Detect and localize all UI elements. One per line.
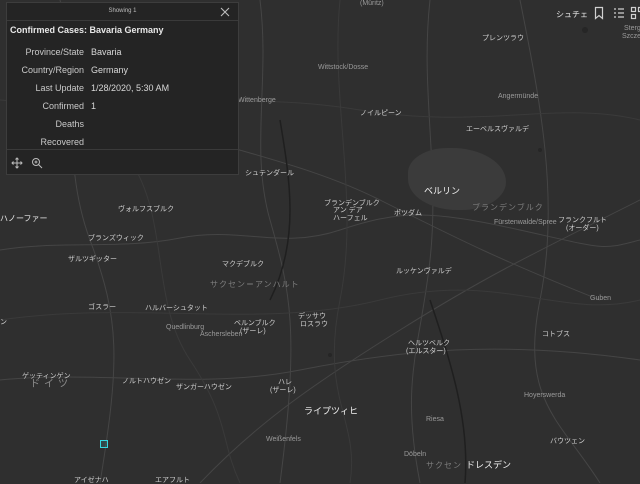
place-label: Aschersleben <box>200 331 242 338</box>
place-label: ルッケンヴァルデ <box>396 268 452 275</box>
popup-header: Showing 1 <box>7 3 238 21</box>
selected-feature-marker[interactable] <box>100 440 108 448</box>
place-label: ライプツィヒ <box>304 407 358 416</box>
place-label: シュチェ <box>556 11 588 19</box>
place-label: コトブス <box>542 331 570 338</box>
place-label: Quedlinburg <box>166 324 204 331</box>
grid-icon[interactable] <box>630 6 640 20</box>
popup-title: Confirmed Cases: Bavaria Germany <box>7 21 238 35</box>
place-label: Riesa <box>426 416 444 423</box>
place-label: ハルバーシュタット <box>145 305 208 312</box>
attribute-key: Province/State <box>7 43 91 61</box>
popup-actions <box>7 149 238 174</box>
place-label: (ザーレ) <box>270 387 296 394</box>
place-label: ハノーファー <box>0 215 48 223</box>
place-label: Döbeln <box>404 451 426 458</box>
bookmark-icon[interactable] <box>592 6 606 20</box>
place-label: Szczec <box>622 33 640 40</box>
place-label: シュテンダール <box>245 170 294 177</box>
attribute-row: Country/RegionGermany <box>7 61 169 79</box>
place-label: Wittenberge <box>238 97 276 104</box>
place-label: Guben <box>590 295 611 302</box>
zoom-to-icon[interactable] <box>31 156 43 168</box>
popup-feature-count: Showing 1 <box>7 8 238 14</box>
place-label: デッサウ <box>298 313 326 320</box>
attribute-table: Province/StateBavaria Country/RegionGerm… <box>7 43 169 151</box>
place-label: ノルトハウゼン <box>122 378 171 385</box>
place-label: Angermünde <box>498 93 538 100</box>
place-label: ヴォルフスブルク <box>118 206 174 213</box>
attribute-key: Deaths <box>7 115 91 133</box>
attribute-value: Germany <box>91 61 169 79</box>
place-label: ブランデンブルク <box>324 200 380 207</box>
attribute-key: Country/Region <box>7 61 91 79</box>
attribute-row: Province/StateBavaria <box>7 43 169 61</box>
attribute-row: Deaths <box>7 115 169 133</box>
place-label: Fürstenwalde/Spree <box>494 219 557 226</box>
place-label: フランクフルト <box>558 217 607 224</box>
close-icon[interactable] <box>219 5 231 17</box>
attribute-key: Last Update <box>7 79 91 97</box>
place-label: ゴスラー <box>88 304 116 311</box>
place-label: エーベルスヴァルデ <box>466 126 529 133</box>
place-label: ハーフェル <box>333 215 368 222</box>
place-label: ドレスデン <box>466 461 511 470</box>
place-label: ヘルツベルク <box>408 340 450 347</box>
place-label: ブランズウィック <box>88 235 144 242</box>
place-label: マクデブルク <box>222 261 264 268</box>
place-label: (オーダー) <box>566 225 599 232</box>
place-label: Hoyerswerda <box>524 392 565 399</box>
place-label: Wittstock/Dosse <box>318 64 368 71</box>
place-label: (ザーレ) <box>240 328 266 335</box>
place-label: ブランデンブルク <box>472 204 544 212</box>
feature-popup: Showing 1 Confirmed Cases: Bavaria Germa… <box>6 2 239 175</box>
attribute-value: 1/28/2020, 5:30 AM <box>91 79 169 97</box>
place-label: アン デア <box>333 207 363 214</box>
place-label: プレンツラウ <box>482 35 524 42</box>
attribute-key: Confirmed <box>7 97 91 115</box>
attribute-row: Last Update1/28/2020, 5:30 AM <box>7 79 169 97</box>
attribute-value: Bavaria <box>91 43 169 61</box>
list-icon[interactable] <box>612 6 626 20</box>
place-label: ザルツギッター <box>68 256 117 263</box>
place-label: ハレ <box>278 379 292 386</box>
place-label: ン <box>0 319 7 326</box>
place-label: ベルンブルク <box>234 320 276 327</box>
attribute-row: Confirmed1 <box>7 97 169 115</box>
place-label: バウツェン <box>550 438 585 445</box>
place-label: ロスラウ <box>300 321 328 328</box>
place-label: ポツダム <box>394 210 422 217</box>
place-label: Sterg <box>624 25 640 32</box>
place-label: (エルスター) <box>406 348 446 355</box>
place-label: サクセン＝アンハルト <box>210 281 300 289</box>
place-label: サクセン <box>426 462 462 470</box>
place-label: ザンガーハウゼン <box>176 384 232 391</box>
pan-icon[interactable] <box>11 156 23 168</box>
place-label: Weißenfels <box>266 436 301 443</box>
place-label: ベルリン <box>424 187 460 196</box>
attribute-value: 1 <box>91 97 169 115</box>
place-label: ノイルピーン <box>360 110 402 117</box>
attribute-value <box>91 115 169 133</box>
place-label: ドイツ <box>30 380 72 390</box>
place-label: (Müritz) <box>360 0 384 7</box>
